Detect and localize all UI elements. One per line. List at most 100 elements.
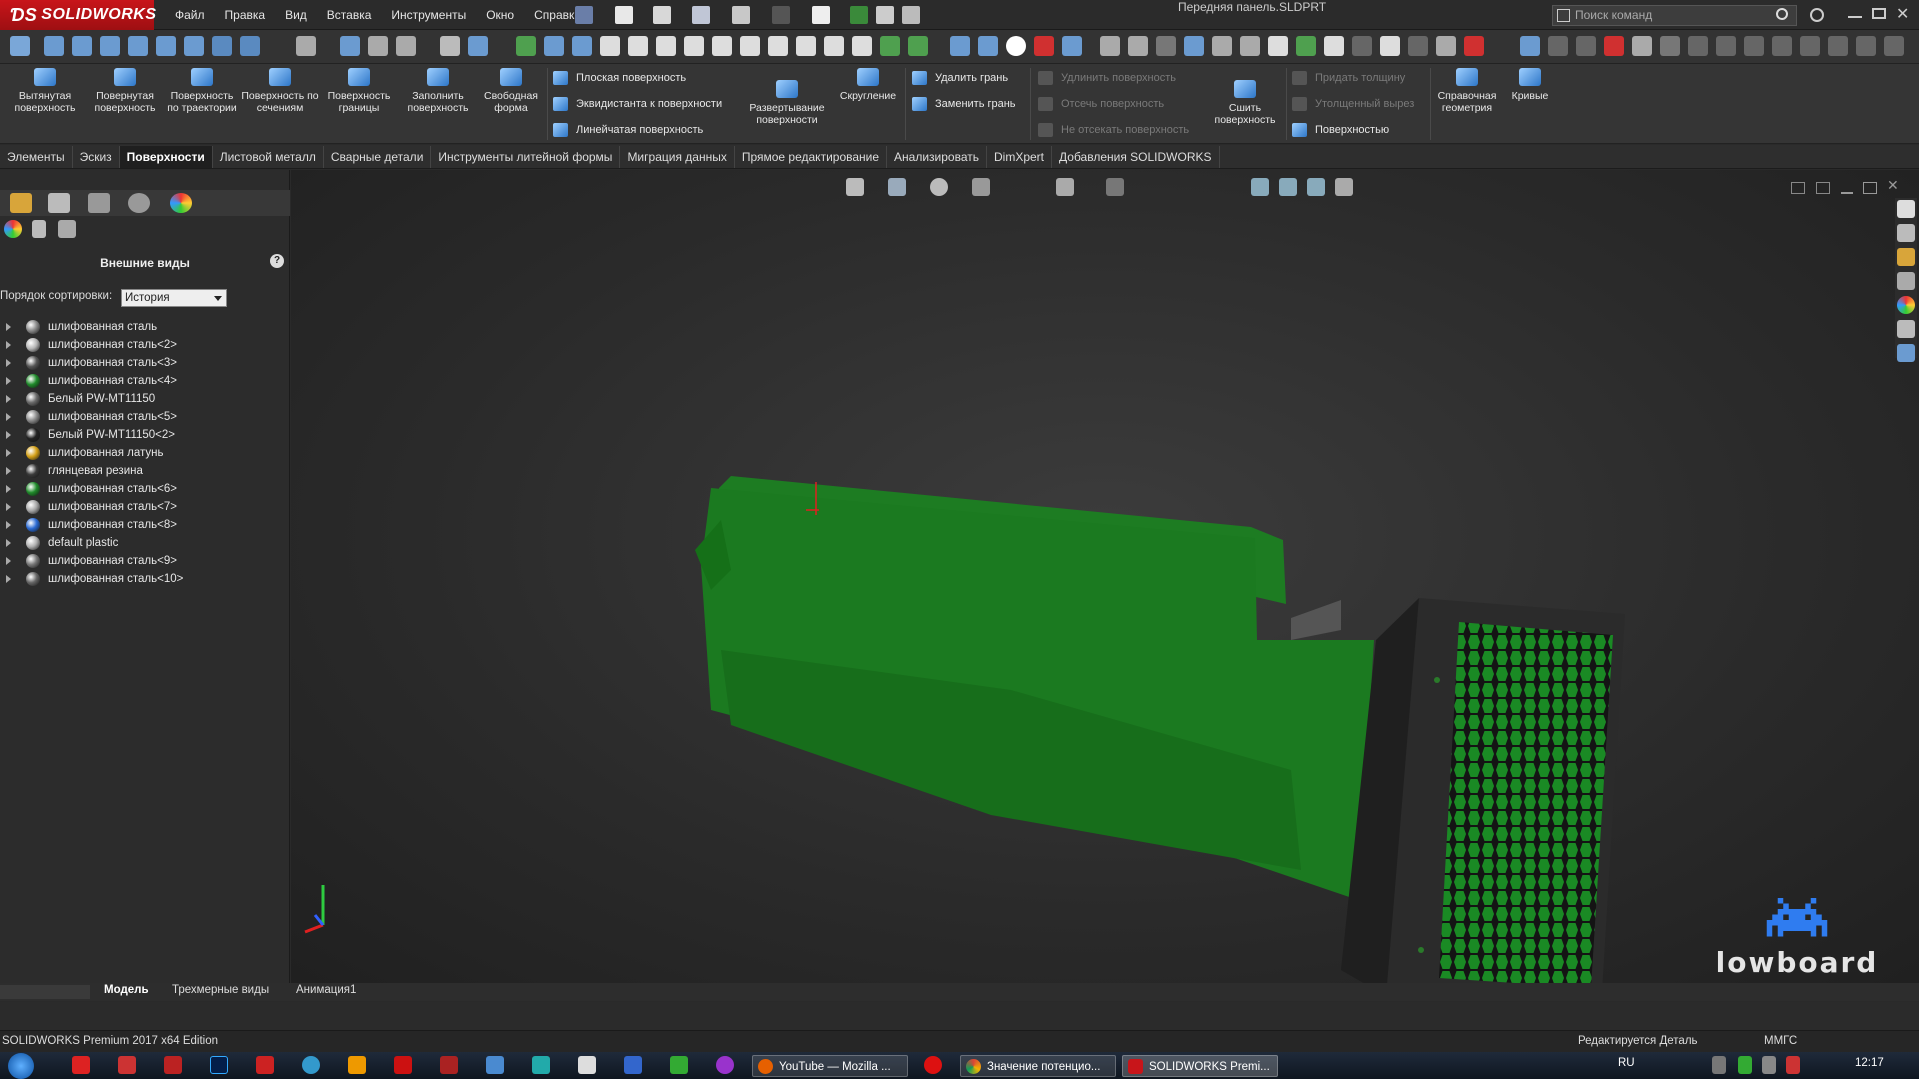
- toolbar-icon[interactable]: [1800, 36, 1820, 56]
- appearance-list-item[interactable]: шлифованная сталь<10>: [0, 570, 288, 588]
- tab-mold-tools[interactable]: Инструменты литейной формы: [431, 145, 621, 168]
- toolbar-icon[interactable]: [740, 36, 760, 56]
- expand-arrow-icon[interactable]: [6, 485, 15, 493]
- toolbar-icon[interactable]: [1772, 36, 1792, 56]
- toolbar-icon[interactable]: [440, 36, 460, 56]
- tab-surfaces[interactable]: Поверхности: [119, 145, 213, 168]
- toolbar-icon[interactable]: [1100, 36, 1120, 56]
- taskbar-app-icon[interactable]: [486, 1056, 504, 1074]
- display-manager-icon[interactable]: [170, 193, 192, 213]
- expand-arrow-icon[interactable]: [6, 521, 15, 529]
- toolbar-icon[interactable]: [1604, 36, 1624, 56]
- taskbar-app-icon[interactable]: [440, 1056, 458, 1074]
- toolbar-icon[interactable]: [1128, 36, 1148, 56]
- tab-animation[interactable]: Анимация1: [296, 984, 356, 996]
- tab-dimxpert[interactable]: DimXpert: [987, 145, 1053, 168]
- freeform-button[interactable]: Свободная форма: [478, 68, 544, 114]
- replace-face-button[interactable]: Заменить грань: [912, 96, 1016, 112]
- ruled-surface-button[interactable]: Линейчатая поверхность: [553, 122, 703, 138]
- photoshop-icon[interactable]: [210, 1056, 228, 1074]
- appearance-list-item[interactable]: default plastic: [0, 534, 288, 552]
- toolbar-icon[interactable]: [396, 36, 416, 56]
- close-icon[interactable]: ✕: [1896, 4, 1910, 23]
- appearance-list-item[interactable]: шлифованная сталь<3>: [0, 354, 288, 372]
- options-gear-icon[interactable]: [902, 6, 920, 24]
- tab-scroll-arrows[interactable]: [0, 985, 90, 999]
- configuration-manager-icon[interactable]: [88, 193, 110, 213]
- toolbar-icon[interactable]: [1744, 36, 1764, 56]
- appearance-list-item[interactable]: шлифованная латунь: [0, 444, 288, 462]
- taskbar-app-icon[interactable]: [118, 1056, 136, 1074]
- toolbar-icon[interactable]: [1856, 36, 1876, 56]
- appearance-list-item[interactable]: шлифованная сталь<5>: [0, 408, 288, 426]
- thickened-cut-button[interactable]: Утолщенный вырез: [1292, 96, 1414, 112]
- fillet-button[interactable]: Скругление: [832, 68, 904, 102]
- toolbar-icon[interactable]: [1380, 36, 1400, 56]
- appearance-list-item[interactable]: шлифованная сталь<7>: [0, 498, 288, 516]
- select-cursor-icon[interactable]: [812, 6, 830, 24]
- toolbar-icon[interactable]: [1884, 36, 1904, 56]
- volume-icon[interactable]: [1762, 1056, 1776, 1074]
- tray-icon[interactable]: [1712, 1056, 1726, 1074]
- toolbar-icon[interactable]: [1184, 36, 1204, 56]
- tab-data-migration[interactable]: Миграция данных: [620, 145, 735, 168]
- toolbar-icon[interactable]: [296, 36, 316, 56]
- menu-insert[interactable]: Вставка: [327, 8, 372, 22]
- taskbar-app-icon[interactable]: [302, 1056, 320, 1074]
- expand-arrow-icon[interactable]: [6, 359, 15, 367]
- dimxpert-manager-icon[interactable]: [128, 193, 150, 213]
- toolbar-icon[interactable]: [978, 36, 998, 56]
- taskbar-app-icon[interactable]: [532, 1056, 550, 1074]
- expand-arrow-icon[interactable]: [6, 377, 15, 385]
- toolbar-icon[interactable]: [824, 36, 844, 56]
- expand-arrow-icon[interactable]: [6, 557, 15, 565]
- toolbar-icon[interactable]: [184, 36, 204, 56]
- sort-order-select[interactable]: История: [121, 289, 227, 307]
- toolbar-icon[interactable]: [880, 36, 900, 56]
- start-button-icon[interactable]: [8, 1053, 34, 1079]
- toolbar-icon[interactable]: [1688, 36, 1708, 56]
- toolbar-icon[interactable]: [516, 36, 536, 56]
- toolbar-icon[interactable]: [544, 36, 564, 56]
- opera-icon[interactable]: [924, 1056, 942, 1074]
- expand-arrow-icon[interactable]: [6, 539, 15, 547]
- extend-surface-button[interactable]: Удлинить поверхность: [1038, 70, 1176, 86]
- flatten-surface-button[interactable]: Развертывание поверхности: [742, 80, 832, 126]
- taskbar-app-icon[interactable]: [578, 1056, 596, 1074]
- toolbar-icon[interactable]: [1268, 36, 1288, 56]
- toolbar-icon[interactable]: [1324, 36, 1344, 56]
- toolbar-icon[interactable]: [950, 36, 970, 56]
- toolbar-icon[interactable]: [1156, 36, 1176, 56]
- filled-surface-button[interactable]: Заполнить поверхность: [398, 68, 478, 114]
- appearance-list-item[interactable]: шлифованная сталь<4>: [0, 372, 288, 390]
- restore-icon[interactable]: [1872, 8, 1886, 19]
- offset-surface-button[interactable]: Эквидистанта к поверхности: [553, 96, 722, 112]
- toolbar-icon[interactable]: [10, 36, 30, 56]
- expand-arrow-icon[interactable]: [6, 341, 15, 349]
- toolbar-icon[interactable]: [1212, 36, 1232, 56]
- solidworks-logo[interactable]: ƊS SOLIDWORKS: [0, 0, 156, 30]
- appearance-list-item[interactable]: шлифованная сталь<2>: [0, 336, 288, 354]
- toolbar-icon[interactable]: [1548, 36, 1568, 56]
- tray-icon[interactable]: [1738, 1056, 1752, 1074]
- toolbar-icon[interactable]: [1660, 36, 1680, 56]
- toolbar-icon[interactable]: [368, 36, 388, 56]
- toolbar-icon[interactable]: [340, 36, 360, 56]
- toolbar-icon[interactable]: [1464, 36, 1484, 56]
- toolbar-icon[interactable]: [1436, 36, 1456, 56]
- toolbar-icon[interactable]: [468, 36, 488, 56]
- rebuild-icon[interactable]: [850, 6, 868, 24]
- menu-edit[interactable]: Правка: [225, 8, 266, 22]
- toolbar-icon[interactable]: [1576, 36, 1596, 56]
- toolbar-icon[interactable]: [1716, 36, 1736, 56]
- tab-model[interactable]: Модель: [104, 984, 149, 996]
- expand-arrow-icon[interactable]: [6, 323, 15, 331]
- taskbar-app-icon[interactable]: [164, 1056, 182, 1074]
- search-icon[interactable]: [1776, 8, 1788, 20]
- part-model[interactable]: [291, 170, 1919, 983]
- expand-arrow-icon[interactable]: [6, 575, 15, 583]
- tab-3d-views[interactable]: Трехмерные виды: [172, 984, 269, 996]
- tab-sheet-metal[interactable]: Листовой металл: [213, 145, 324, 168]
- tab-direct-editing[interactable]: Прямое редактирование: [735, 145, 888, 168]
- toolbar-icon[interactable]: [852, 36, 872, 56]
